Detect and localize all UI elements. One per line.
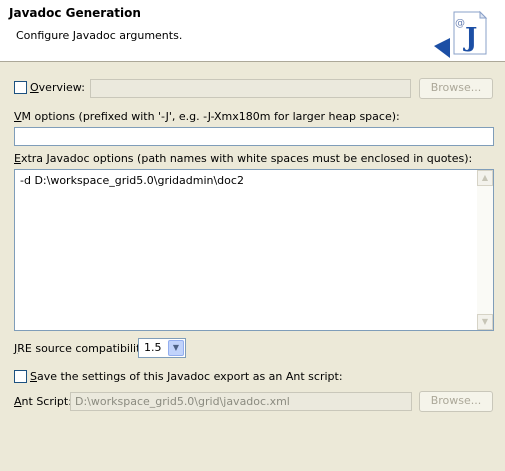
extra-options-scrollbar[interactable]: ▲ ▼ [477,170,493,330]
svg-text:@: @ [455,18,465,29]
extra-options-text: -d D:\workspace_grid5.0\gridadmin\doc2 [20,174,244,187]
scroll-up-arrow-icon[interactable]: ▲ [477,170,493,186]
javadoc-wizard-icon: J @ [434,10,488,58]
jre-compat-value: 1.5 [144,341,162,354]
ant-script-browse-button[interactable]: Browse... [419,391,493,412]
wizard-title: Javadoc Generation [9,6,141,20]
ant-script-path-field[interactable]: D:\workspace_grid5.0\grid\javadoc.xml [70,392,412,411]
overview-browse-button[interactable]: Browse... [419,78,493,99]
ant-script-label: Ant Script: [14,395,72,408]
vm-options-label: VM options (prefixed with '-J', e.g. -J-… [14,110,400,123]
scroll-down-arrow-icon[interactable]: ▼ [477,314,493,330]
wizard-subtitle: Configure Javadoc arguments. [16,29,183,42]
extra-options-textarea[interactable]: -d D:\workspace_grid5.0\gridadmin\doc2 ▲… [14,169,494,331]
save-ant-script-checkbox[interactable] [14,370,27,383]
chevron-down-icon[interactable]: ▼ [168,340,184,356]
vm-options-input[interactable] [14,127,494,146]
overview-checkbox[interactable] [14,81,27,94]
save-ant-script-label: Save the settings of this Javadoc export… [30,370,343,383]
overview-label: Overview: [30,81,85,94]
overview-path-field[interactable] [90,79,411,98]
jre-compat-label: JRE source compatibility: [14,342,150,355]
svg-text:J: J [463,23,477,53]
jre-compat-select[interactable]: 1.5 ▼ [138,338,186,358]
extra-options-label: Extra Javadoc options (path names with w… [14,152,473,165]
wizard-header: Javadoc Generation Configure Javadoc arg… [0,0,505,62]
